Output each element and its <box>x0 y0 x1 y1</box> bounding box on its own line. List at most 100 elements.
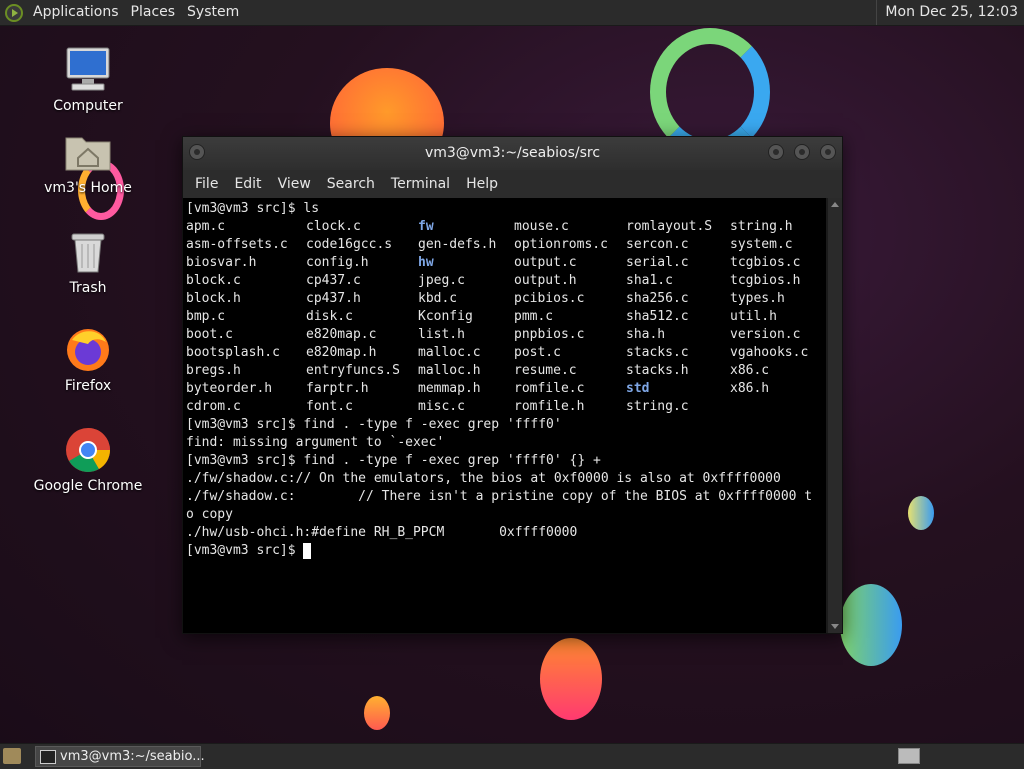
ls-listing: apm.c clock.c fw mouse.c romlayout.S string.h… <box>186 218 826 416</box>
terminal-line: [vm3@vm3 src]$ find . -type f -exec grep… <box>186 417 562 432</box>
menu-places[interactable]: Places <box>125 0 182 25</box>
menu-help[interactable]: Help <box>458 176 506 192</box>
menu-edit[interactable]: Edit <box>226 176 269 192</box>
ls-entry: font.c <box>306 399 353 414</box>
ls-entry: asm-offsets.c <box>186 237 288 252</box>
terminal-icon <box>40 750 56 764</box>
menu-view[interactable]: View <box>270 176 319 192</box>
terminal-scrollbar[interactable] <box>828 198 842 633</box>
ls-entry: kbd.c <box>418 291 458 306</box>
decor-bubble-small-orange <box>364 696 390 730</box>
ls-entry <box>730 398 826 416</box>
terminal-line: [vm3@vm3 src]$ ls <box>186 201 320 216</box>
ls-entry: biosvar.h <box>186 255 257 270</box>
window-titlebar[interactable]: vm3@vm3:~/seabios/src <box>183 137 842 170</box>
ls-entry: resume.c <box>514 363 577 378</box>
ls-entry: gen-defs.h <box>418 237 497 252</box>
ls-entry: sercon.c <box>626 237 689 252</box>
ls-entry: hw <box>418 255 434 270</box>
chrome-icon <box>64 426 112 474</box>
taskbar-button-label: vm3@vm3:~/seabio... <box>60 749 205 764</box>
ls-entry: jpeg.c <box>418 273 465 288</box>
terminal-menubar: File Edit View Search Terminal Help <box>183 170 842 198</box>
ls-entry: optionroms.c <box>514 237 608 252</box>
menu-applications[interactable]: Applications <box>27 0 125 25</box>
terminal-line: ./fw/shadow.c:// On the emulators, the b… <box>186 471 781 486</box>
ls-entry: romfile.c <box>514 381 585 396</box>
terminal-prompt-line: [vm3@vm3 src]$ <box>186 542 826 560</box>
ls-entry: misc.c <box>418 399 465 414</box>
ls-entry: sha1.c <box>626 273 673 288</box>
taskbar-button-terminal[interactable]: vm3@vm3:~/seabio... <box>35 746 205 767</box>
ls-entry: fw <box>418 219 434 234</box>
terminal-line: [vm3@vm3 src]$ find . -type f -exec grep… <box>186 453 601 468</box>
desktop-icon-chrome[interactable]: Google Chrome <box>33 426 143 494</box>
window-menu-icon[interactable] <box>189 144 205 160</box>
ls-entry: sha512.c <box>626 309 689 324</box>
ls-entry: cp437.h <box>306 291 361 306</box>
ls-entry: util.h <box>730 309 777 324</box>
ls-entry: pcibios.c <box>514 291 585 306</box>
ls-entry: tcgbios.h <box>730 273 801 288</box>
ls-entry: block.c <box>186 273 241 288</box>
workspace-switcher[interactable] <box>898 748 920 764</box>
ls-entry: pmm.c <box>514 309 554 324</box>
terminal-output[interactable]: [vm3@vm3 src]$ ls apm.c clock.c fw mouse.c ro… <box>183 198 826 633</box>
ls-entry: list.h <box>418 327 465 342</box>
show-desktop-icon[interactable] <box>3 748 21 764</box>
menu-file[interactable]: File <box>187 176 226 192</box>
terminal-window[interactable]: vm3@vm3:~/seabios/src File Edit View Sea… <box>182 136 843 634</box>
ls-entry: stacks.h <box>626 363 689 378</box>
decor-bubble-blue <box>840 584 902 666</box>
terminal-line: find: missing argument to `-exec' <box>186 435 445 450</box>
ls-entry: types.h <box>730 291 785 306</box>
ls-entry: string.c <box>626 399 689 414</box>
menu-search[interactable]: Search <box>319 176 383 192</box>
ls-entry: e820map.c <box>306 327 377 342</box>
trash-icon <box>64 228 112 276</box>
ls-entry: block.h <box>186 291 241 306</box>
computer-icon <box>64 46 112 94</box>
decor-bubble-red <box>540 638 602 720</box>
ls-entry: pnpbios.c <box>514 327 585 342</box>
ls-entry: romlayout.S <box>626 219 713 234</box>
scroll-down-arrow-icon[interactable] <box>831 624 839 629</box>
ls-entry: version.c <box>730 327 801 342</box>
ls-entry: e820map.h <box>306 345 377 360</box>
top-panel: Applications Places System Mon Dec 25, 1… <box>0 0 1024 26</box>
ls-entry: string.h <box>730 219 793 234</box>
ls-entry: x86.h <box>730 381 770 396</box>
ls-entry: sha256.c <box>626 291 689 306</box>
menu-system[interactable]: System <box>181 0 245 25</box>
ls-entry: system.c <box>730 237 793 252</box>
close-button[interactable] <box>820 144 836 160</box>
ls-entry: entryfuncs.S <box>306 363 400 378</box>
desktop-icon-label: Google Chrome <box>33 478 143 494</box>
ls-entry: post.c <box>514 345 561 360</box>
maximize-button[interactable] <box>794 144 810 160</box>
ls-entry: bmp.c <box>186 309 226 324</box>
menu-terminal[interactable]: Terminal <box>383 176 458 192</box>
distro-logo-icon[interactable] <box>5 3 23 22</box>
ls-entry: boot.c <box>186 327 233 342</box>
scroll-up-arrow-icon[interactable] <box>831 202 839 207</box>
terminal-line: ./hw/usb-ohci.h:#define RH_B_PPCM 0xffff… <box>186 525 578 540</box>
terminal-prompt: [vm3@vm3 src]$ <box>186 543 304 558</box>
ls-entry: cdrom.c <box>186 399 241 414</box>
terminal-line: o copy <box>186 507 233 522</box>
ls-entry: code16gcc.s <box>306 237 393 252</box>
home-folder-icon <box>64 128 112 176</box>
desktop-icon-firefox[interactable]: Firefox <box>33 326 143 394</box>
desktop-icon-label: Firefox <box>64 378 112 394</box>
desktop-icon-computer[interactable]: Computer <box>33 46 143 114</box>
minimize-button[interactable] <box>768 144 784 160</box>
desktop-icon-home[interactable]: vm3's Home <box>33 128 143 196</box>
desktop-icon-trash[interactable]: Trash <box>33 228 143 296</box>
ls-entry: vgahooks.c <box>730 345 809 360</box>
panel-clock[interactable]: Mon Dec 25, 12:03 <box>876 0 1024 25</box>
ls-entry: mouse.c <box>514 219 569 234</box>
ls-entry: bootsplash.c <box>186 345 280 360</box>
ls-entry: malloc.c <box>418 345 481 360</box>
bottom-panel: vm3@vm3:~/seabio... <box>0 743 1024 769</box>
ls-entry: romfile.h <box>514 399 585 414</box>
